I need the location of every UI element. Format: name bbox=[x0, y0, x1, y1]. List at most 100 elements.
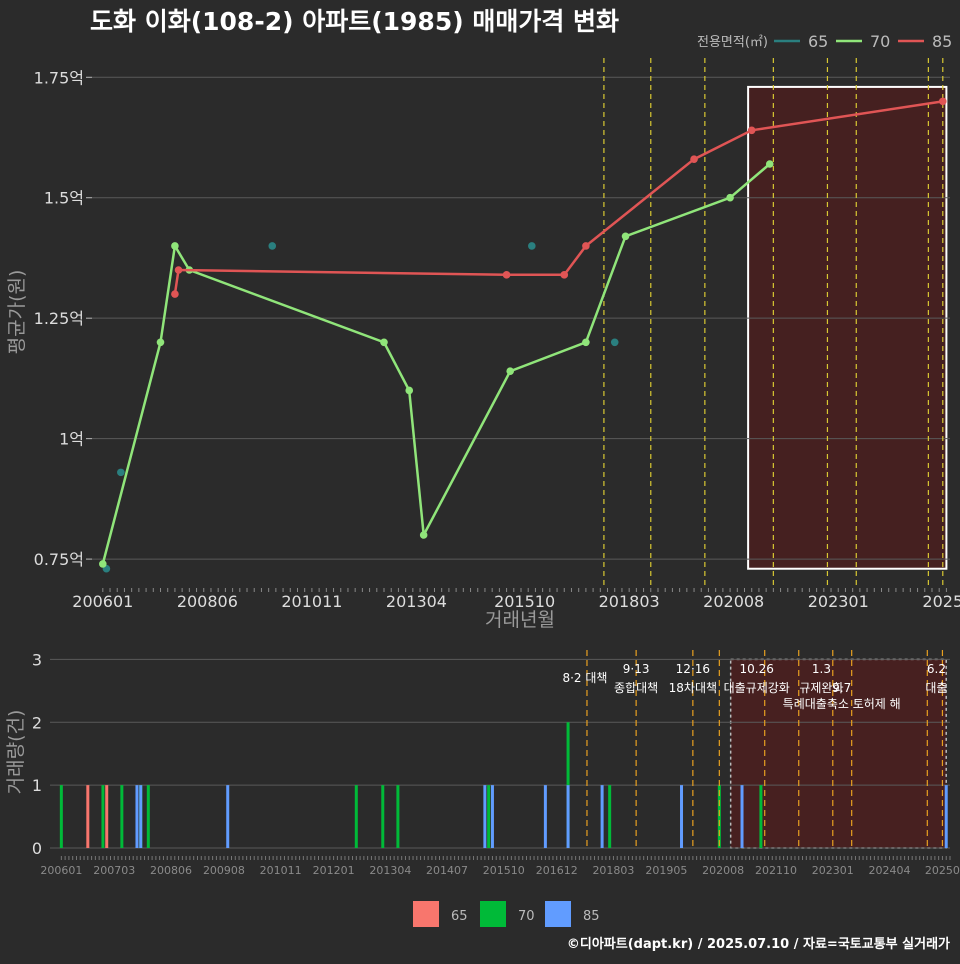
bottom-legend-label-70: 70 bbox=[518, 909, 535, 924]
volume-bar-85 bbox=[490, 785, 494, 848]
bottom-x-tick-label: 200601 bbox=[40, 864, 82, 877]
top-x-tick-label: 2025 bbox=[922, 592, 960, 611]
legend-label-65: 65 bbox=[808, 32, 828, 51]
top-x-tick-label: 201803 bbox=[599, 592, 660, 611]
volume-bar-85 bbox=[135, 785, 139, 848]
bottom-x-tick-label: 202404 bbox=[868, 864, 910, 877]
bottom-x-tick-label: 200806 bbox=[150, 864, 192, 877]
bottom-x-tick-label: 202301 bbox=[812, 864, 854, 877]
volume-bar-85 bbox=[483, 785, 487, 848]
data-point-65 bbox=[268, 242, 277, 250]
footer-credit: ©디아파트(dapt.kr) / 2025.07.10 / 자료=국토교통부 실… bbox=[567, 936, 950, 952]
annotation-label: 대출규제강화 bbox=[724, 681, 790, 695]
annotation-date: 9·13 bbox=[623, 662, 650, 676]
data-point-70 bbox=[582, 338, 590, 347]
bottom-y-tick-label: 3 bbox=[32, 650, 42, 669]
volume-bar-85 bbox=[566, 785, 570, 848]
legend-label-70: 70 bbox=[870, 32, 890, 51]
bottom-x-tick-label: 202008 bbox=[702, 864, 744, 877]
annotation-date: 6.2 bbox=[927, 662, 946, 676]
bottom-x-tick-label: 201304 bbox=[369, 864, 411, 877]
chart-title: 도화 이화(108-2) 아파트(1985) 매매가격 변화 bbox=[90, 7, 619, 36]
bottom-y-tick-label: 0 bbox=[32, 839, 42, 858]
volume-bar-70 bbox=[608, 785, 612, 848]
data-point-70 bbox=[726, 193, 734, 202]
legend-title: 전용면적(㎡) bbox=[697, 35, 768, 50]
data-point-85 bbox=[174, 266, 183, 274]
data-point-70 bbox=[621, 232, 630, 241]
top-x-tick-label: 200601 bbox=[72, 592, 133, 611]
bottom-x-tick-label: 201612 bbox=[536, 864, 578, 877]
volume-bar-70 bbox=[381, 785, 385, 848]
annotation-date: 12·16 bbox=[676, 662, 710, 676]
top-x-tick-label: 200806 bbox=[177, 592, 238, 611]
chart-canvas: 도화 이화(108-2) 아파트(1985) 매매가격 변화 전용면적(㎡) 65… bbox=[0, 0, 960, 960]
top-x-tick-label: 201304 bbox=[386, 592, 447, 611]
data-point-70 bbox=[171, 242, 179, 250]
data-point-70 bbox=[156, 338, 165, 347]
top-y-tick-label: 1.25억 bbox=[34, 309, 84, 328]
top-y-tick-label: 1.75억 bbox=[34, 68, 84, 87]
annotation-label: 대출 bbox=[925, 681, 947, 695]
bottom-legend-key-70 bbox=[480, 901, 506, 927]
data-point-70 bbox=[506, 367, 514, 375]
data-point-65 bbox=[528, 242, 536, 250]
top-y-tick-label: 1.5억 bbox=[44, 189, 84, 208]
annotation-date: 1.3 bbox=[812, 662, 831, 676]
volume-bar-85 bbox=[680, 785, 684, 848]
volume-bar-70 bbox=[101, 785, 105, 848]
volume-bar-70 bbox=[120, 785, 124, 848]
volume-bar-85 bbox=[543, 785, 547, 848]
volume-bar-70 bbox=[759, 785, 763, 848]
data-point-85 bbox=[582, 242, 590, 250]
data-point-85 bbox=[502, 271, 511, 279]
data-point-70 bbox=[405, 386, 414, 395]
data-point-70 bbox=[419, 531, 428, 539]
bottom-x-tick-label: 201803 bbox=[592, 864, 634, 877]
bottom-x-tick-label: 201510 bbox=[483, 864, 525, 877]
annotation-label: 특례대출축소 토허제 해 bbox=[783, 697, 901, 711]
volume-bar-65 bbox=[86, 785, 90, 848]
bottom-legend-label-85: 85 bbox=[583, 909, 600, 924]
data-point-85 bbox=[171, 290, 179, 298]
bottom-x-tick-label: 201905 bbox=[645, 864, 687, 877]
bottom-x-tick-label: 200703 bbox=[93, 864, 135, 877]
top-x-axis-title: 거래년월 bbox=[485, 609, 555, 631]
bottom-legend-label-65: 65 bbox=[451, 909, 468, 924]
bottom-x-tick-label: 202110 bbox=[755, 864, 797, 877]
bottom-x-tick-label: 201407 bbox=[426, 864, 468, 877]
data-point-85 bbox=[560, 271, 569, 279]
bottom-y-axis-title: 거래량(건) bbox=[5, 710, 27, 795]
volume-bar-85 bbox=[226, 785, 230, 848]
bottom-y-tick-label: 2 bbox=[32, 713, 42, 732]
top-shade-rect bbox=[747, 85, 948, 570]
volume-bar-70 bbox=[59, 785, 63, 848]
top-x-tick-label: 202008 bbox=[703, 592, 764, 611]
volume-bar-85 bbox=[944, 785, 948, 848]
bottom-x-tick-label: 20250 bbox=[925, 864, 960, 877]
annotation-label: 18차대책 bbox=[669, 680, 717, 695]
data-point-70 bbox=[765, 160, 774, 168]
bottom-legend-key-65 bbox=[413, 901, 439, 927]
annotation-label: 9.7 bbox=[832, 681, 851, 695]
bottom-x-tick-label: 201201 bbox=[313, 864, 355, 877]
volume-bar-70 bbox=[146, 785, 150, 848]
annotation-date: 8·2 대책 bbox=[562, 670, 607, 685]
data-point-85 bbox=[938, 97, 947, 106]
bottom-x-tick-label: 200908 bbox=[203, 864, 245, 877]
volume-bar-85 bbox=[600, 785, 604, 848]
legend-label-85: 85 bbox=[932, 32, 952, 51]
volume-bar-70 bbox=[396, 785, 400, 848]
data-point-65 bbox=[117, 468, 125, 477]
top-x-tick-label: 201011 bbox=[281, 592, 342, 611]
bottom-y-tick-label: 1 bbox=[32, 776, 42, 795]
top-y-axis-title: 평균가(원) bbox=[6, 270, 28, 355]
bottom-x-tick-label: 201011 bbox=[260, 864, 302, 877]
volume-bar-85 bbox=[139, 785, 143, 848]
volume-bar-70 bbox=[354, 785, 358, 848]
data-point-85 bbox=[747, 126, 756, 135]
annotation-label: 종합대책 bbox=[614, 680, 658, 695]
bottom-x-tick-labels: 200601 200703 200806 200908 201011 201201 2013… bbox=[40, 864, 960, 877]
bottom-legend-key-85 bbox=[545, 901, 571, 927]
volume-bar-65 bbox=[105, 785, 109, 848]
